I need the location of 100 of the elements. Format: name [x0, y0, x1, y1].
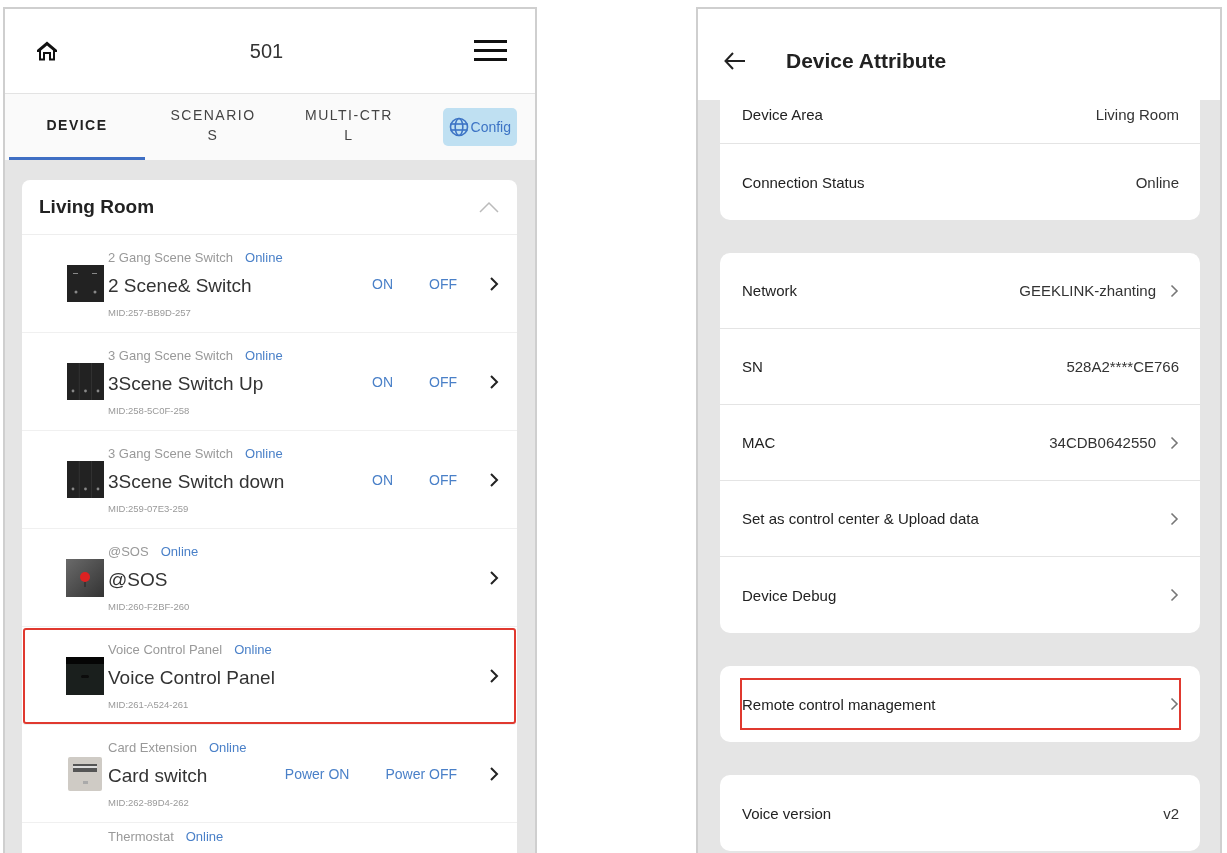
globe-icon — [448, 117, 469, 137]
switch-panel-icon — [66, 265, 104, 302]
chevron-right-icon — [1170, 435, 1179, 450]
device-name: 2 Scene& Switch — [108, 274, 253, 297]
header-title: 501 — [249, 39, 284, 63]
device-status: Online — [208, 739, 247, 755]
chevron-button[interactable] — [489, 766, 499, 781]
tab[interactable]: MULTI-CTRL — [281, 94, 417, 160]
device-action[interactable]: ON — [368, 275, 397, 292]
chevron-button[interactable] — [489, 668, 499, 683]
device-name: @SOS — [108, 568, 169, 591]
chevron-right-icon — [489, 766, 499, 781]
chevron-right-icon — [489, 472, 499, 487]
chevron-right-icon — [489, 570, 499, 585]
device-type: Voice Control Panel — [108, 641, 223, 657]
setting-label: SN — [742, 358, 764, 375]
back-arrow-icon — [724, 51, 746, 70]
device-status: Online — [245, 249, 283, 265]
device-id: MID:257-BB9D-257 — [108, 306, 192, 318]
device-status: Online — [185, 829, 224, 844]
device-status: Online — [245, 445, 283, 461]
device-row[interactable]: 3 Gang Scene Switch Online 3Scene Switch Up MID:258-5C0F-258 ON OFF — [22, 333, 517, 431]
device-name: 3Scene Switch down — [108, 470, 286, 493]
setting-value: GEEKLINK-zhanting — [1019, 282, 1156, 299]
home-button[interactable] — [35, 39, 59, 63]
device-name: Voice Control Panel — [108, 666, 276, 689]
chevron-button[interactable] — [489, 276, 499, 291]
device-id: MID:261-A524-261 — [108, 698, 190, 710]
device-name: 3Scene Switch Up — [108, 372, 265, 395]
setting-value: Living Room — [1095, 105, 1179, 123]
setting-value: v2 — [1163, 804, 1179, 822]
voice-panel-icon — [66, 656, 104, 695]
settings-row[interactable]: Voice version v2 — [728, 775, 1193, 851]
setting-label: MAC — [742, 434, 777, 451]
setting-value: 34CDB0642550 — [1049, 434, 1156, 451]
settings-row[interactable]: Remote control management — [728, 666, 1193, 742]
device-type: 3 Gang Scene Switch — [108, 445, 234, 461]
device-id: MID:260-F2BF-260 — [108, 600, 191, 612]
tab[interactable]: DEVICE — [9, 94, 145, 160]
device-status: Online — [245, 347, 283, 363]
device-type: 3 Gang Scene Switch — [108, 347, 234, 363]
device-type: 2 Gang Scene Switch — [108, 249, 234, 265]
switch-panel-icon — [66, 363, 104, 400]
setting-label: Network — [742, 282, 798, 299]
device-row[interactable]: Thermostat Online — [22, 823, 517, 853]
device-id: MID:262-89D4-262 — [108, 796, 190, 808]
menu-icon — [474, 40, 507, 62]
settings-row[interactable]: Set as control center & Upload data — [728, 481, 1193, 556]
setting-label: Set as control center & Upload data — [742, 510, 980, 527]
device-row[interactable]: Voice Control Panel Online Voice Control Panel MID:261-A524-261 — [22, 627, 517, 725]
chevron-button[interactable] — [489, 472, 499, 487]
chevron-button[interactable] — [489, 374, 499, 389]
setting-value: Online — [1135, 173, 1179, 191]
home-icon — [35, 39, 59, 63]
setting-label: Voice version — [742, 804, 833, 822]
back-button[interactable] — [724, 51, 746, 70]
device-row[interactable]: 3 Gang Scene Switch Online 3Scene Switch down MID:259-07E3-259 ON OFF — [22, 431, 517, 529]
chevron-button[interactable] — [489, 570, 499, 585]
setting-label: Device Area — [742, 105, 824, 123]
settings-row[interactable]: Connection Status Online — [728, 144, 1193, 220]
menu-button[interactable] — [474, 40, 507, 62]
device-action[interactable]: ON — [368, 471, 397, 488]
device-row[interactable]: 2 Gang Scene Switch Online 2 Scene& Switch MID:257-BB9D-257 ON OFF — [22, 235, 517, 333]
setting-label: Remote control management — [742, 695, 937, 713]
chevron-right-icon — [489, 374, 499, 389]
device-row[interactable]: @SOS Online @SOS MID:260-F2BF-260 — [22, 529, 517, 627]
chevron-right-icon — [1170, 588, 1179, 602]
screen-title: Device Attribute — [786, 48, 947, 73]
chevron-right-icon — [489, 276, 499, 291]
switch-panel-icon — [66, 461, 104, 498]
settings-row[interactable]: Network GEEKLINK-zhanting — [728, 253, 1193, 328]
device-action[interactable]: OFF — [425, 471, 461, 488]
device-row[interactable]: Card Extension Online Card switch MID:262-89D4-262 Power ON Power OFF — [22, 725, 517, 823]
chevron-right-icon — [1170, 697, 1179, 711]
device-type: @SOS — [108, 543, 149, 559]
room-title: Living Room — [39, 196, 155, 218]
chevron-right-icon — [1170, 283, 1179, 298]
setting-value: 528A2****CE766 — [1066, 358, 1179, 375]
setting-label: Device Debug — [742, 586, 838, 604]
device-action[interactable]: Power ON — [280, 765, 354, 782]
tab[interactable]: SCENARIOS — [145, 94, 281, 160]
chevron-right-icon — [489, 668, 499, 683]
settings-row[interactable]: MAC 34CDB0642550 — [728, 405, 1193, 480]
settings-row[interactable]: Device Area Living Room — [728, 100, 1193, 128]
sos-button-icon — [66, 558, 104, 597]
device-name: Card switch — [108, 764, 209, 787]
device-status: Online — [234, 641, 272, 657]
card-switch-icon — [68, 756, 102, 791]
device-action[interactable]: Power OFF — [381, 765, 461, 782]
device-action[interactable]: OFF — [425, 373, 461, 390]
chevron-right-icon — [1170, 511, 1179, 526]
device-id: MID:258-5C0F-258 — [108, 404, 191, 416]
device-action[interactable]: OFF — [425, 275, 461, 292]
device-id: MID:259-07E3-259 — [108, 502, 190, 514]
setting-label: Connection Status — [742, 173, 866, 191]
device-action[interactable]: ON — [368, 373, 397, 390]
device-type: Card Extension — [108, 739, 197, 755]
settings-row[interactable]: Device Debug — [728, 557, 1193, 633]
settings-row[interactable]: SN 528A2****CE766 — [728, 329, 1193, 404]
device-type: Thermostat — [108, 829, 174, 844]
